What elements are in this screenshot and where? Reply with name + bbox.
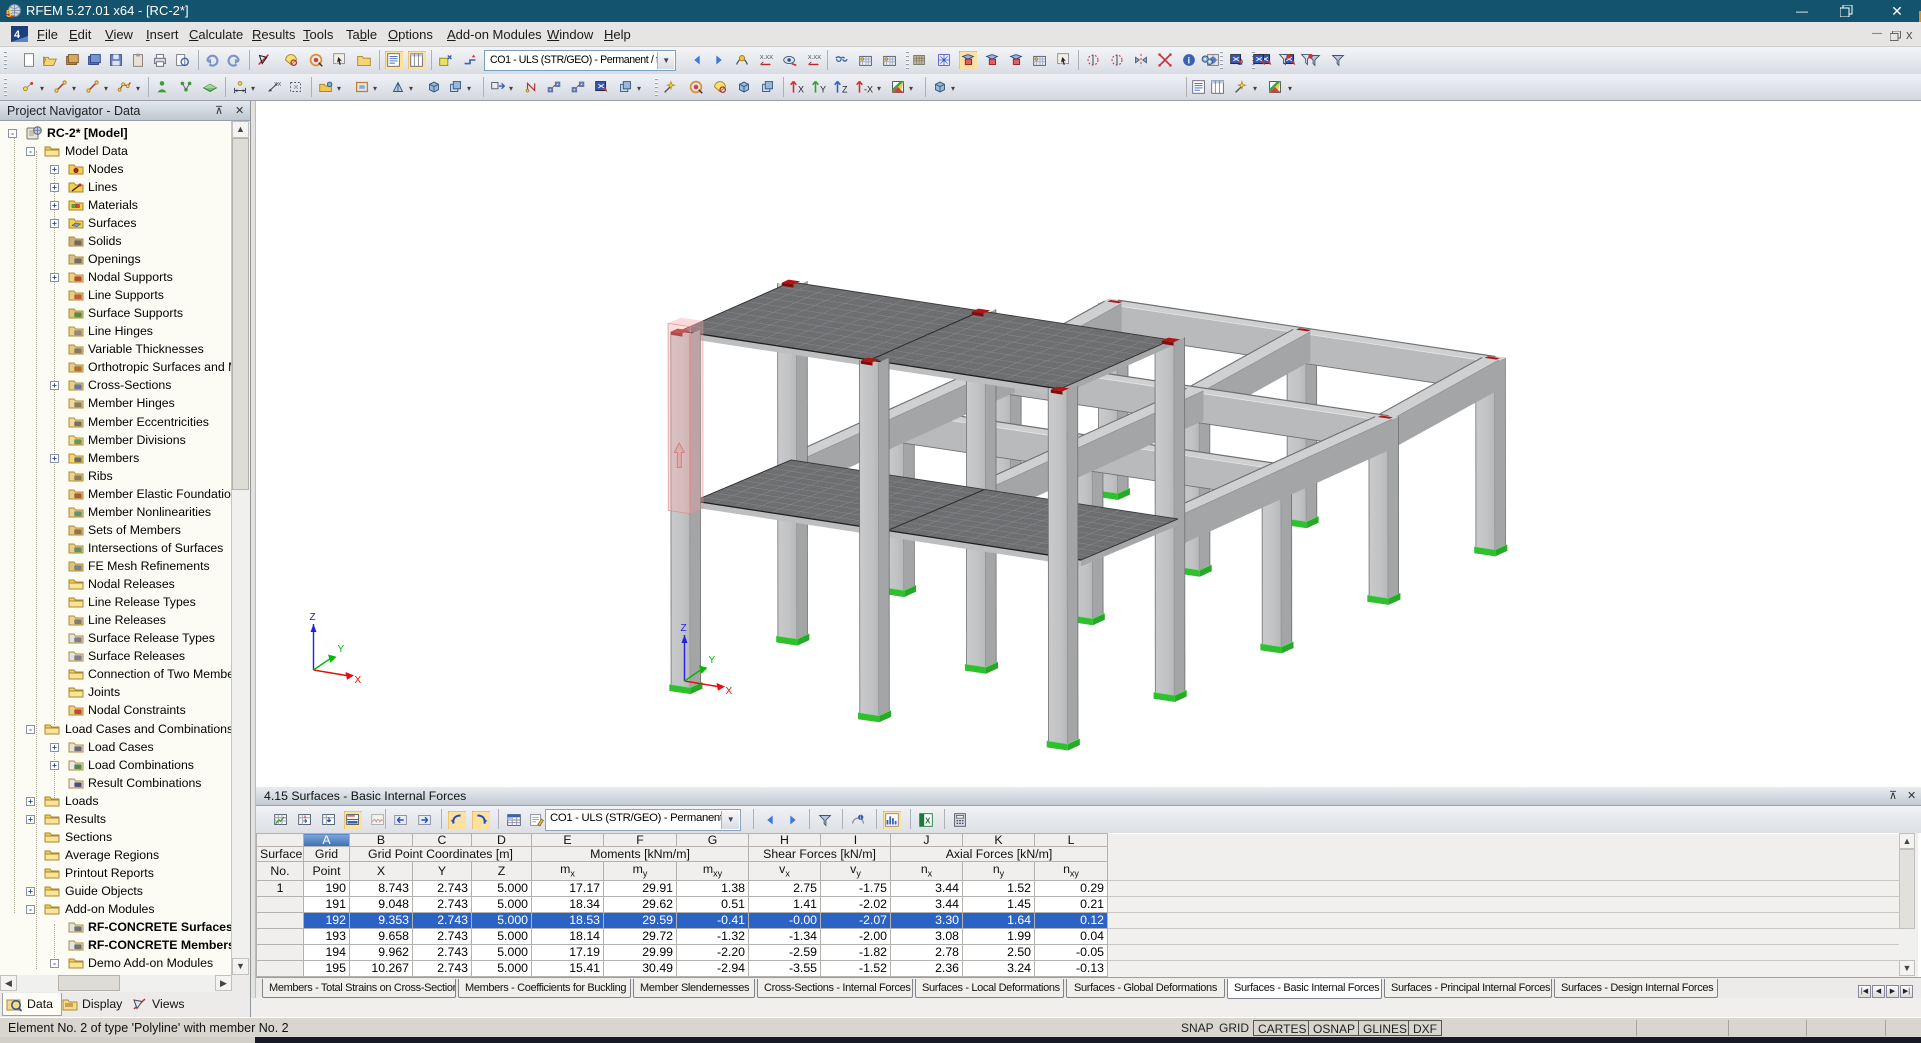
svg-text:Z: Z [842, 85, 848, 95]
svg-text:i: i [1188, 56, 1191, 66]
svg-text:X: X [355, 675, 362, 686]
svg-text:5: 5 [6, 9, 12, 19]
svg-text:X.XX: X.XX [808, 55, 821, 61]
svg-text:Y: Y [338, 644, 345, 655]
svg-text:X: X [925, 817, 931, 826]
svg-text:4: 4 [14, 29, 21, 41]
svg-text:Y: Y [820, 85, 826, 95]
svg-text:X: X [726, 686, 733, 697]
svg-text:Y: Y [709, 655, 716, 666]
svg-text:i: i [860, 816, 861, 822]
svg-text:Z: Z [681, 623, 687, 634]
svg-text:-X: -X [864, 85, 873, 95]
svg-text:X.XX: X.XX [760, 55, 773, 61]
svg-text:XX: XX [274, 82, 282, 88]
svg-text:Z: Z [310, 612, 316, 623]
svg-text:X: X [798, 85, 804, 95]
